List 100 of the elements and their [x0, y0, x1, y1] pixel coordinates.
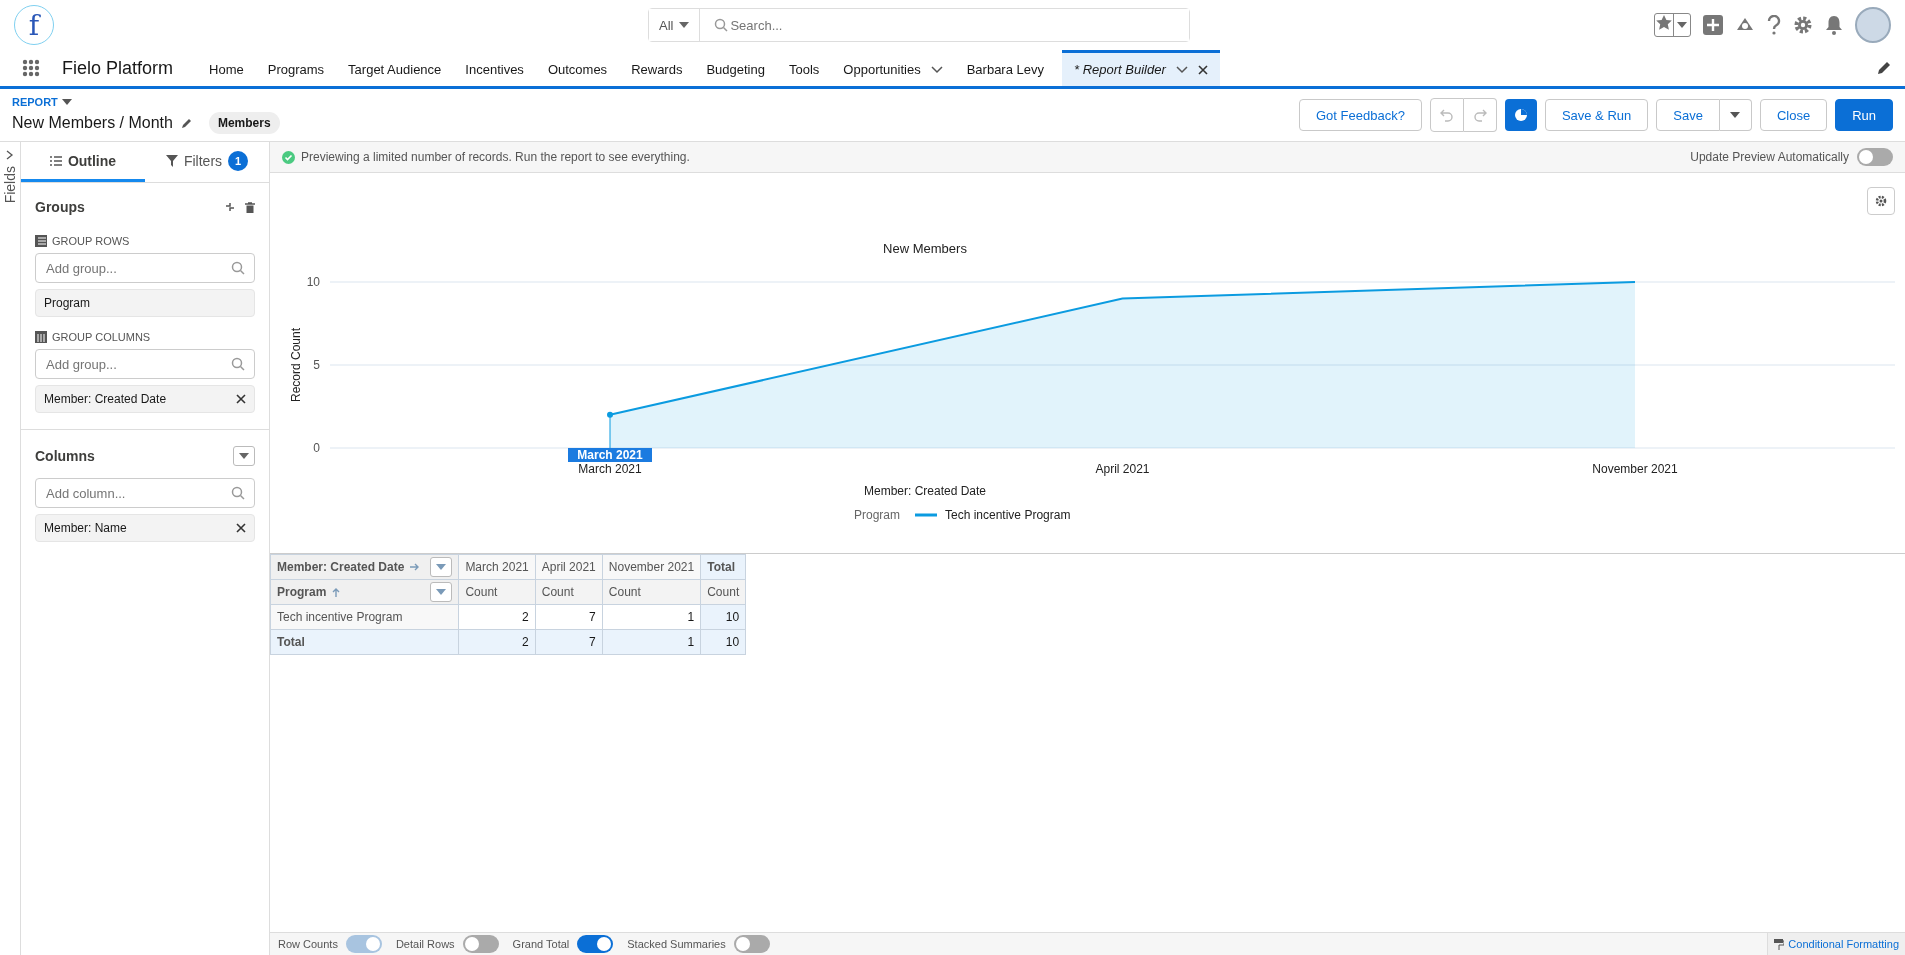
nav-item[interactable]: Budgeting: [694, 50, 777, 86]
table-columns-icon: [35, 331, 47, 343]
save-menu-button[interactable]: [1719, 99, 1752, 131]
axis-tick-label: March 2021: [578, 462, 642, 476]
app-name: Fielo Platform: [62, 56, 174, 80]
scope-dropdown[interactable]: All: [649, 9, 701, 41]
table-cell: 7: [535, 604, 603, 630]
caret-icon: [436, 589, 447, 595]
notifications-icon[interactable]: [1825, 15, 1843, 35]
preview-message: Previewing a limited number of records. Run the report to see everything.: [301, 150, 690, 164]
paint-roller-icon: [1774, 938, 1785, 950]
nav-item[interactable]: Rewards: [619, 50, 695, 86]
table-cell: 1: [602, 629, 701, 655]
avatar[interactable]: [1855, 7, 1891, 43]
toggle-switch[interactable]: [577, 935, 614, 953]
delete-icon[interactable]: [245, 201, 255, 213]
chevron-icon: [1175, 65, 1188, 74]
app-launcher-icon[interactable]: [22, 59, 40, 77]
nav-item[interactable]: Incentives: [453, 50, 536, 86]
remove-icon[interactable]: [236, 394, 246, 404]
search-icon: [231, 486, 245, 500]
sidebar-tab[interactable]: Filters 1: [145, 142, 269, 182]
expand-icon[interactable]: [6, 150, 14, 160]
count-badge: 1: [228, 150, 249, 171]
row-group-header: Program: [277, 585, 327, 599]
close-tab-icon[interactable]: [1197, 64, 1208, 75]
section-title: Columns: [35, 448, 95, 464]
column-menu-button[interactable]: [430, 582, 453, 602]
tooltip: March 2021: [568, 448, 652, 462]
legend-title: Program: [854, 508, 900, 522]
nav-item[interactable]: Home: [197, 50, 256, 86]
row-header: Tech incentive Program: [270, 604, 459, 630]
toggle-label: Detail Rows: [395, 938, 455, 950]
caret-icon: [436, 564, 447, 570]
settings-icon[interactable]: [1793, 15, 1813, 35]
workspace-tab[interactable]: * Report Builder: [1062, 50, 1220, 86]
chart-title: New Members: [883, 241, 967, 256]
axis-title: Record Count: [289, 328, 303, 402]
list-icon: [49, 155, 62, 166]
search-icon: [231, 357, 245, 371]
subsection-label: GROUP COLUMNS: [52, 331, 151, 343]
chart-toggle-button[interactable]: [1504, 99, 1537, 131]
nav-item[interactable]: Programs: [255, 50, 337, 86]
column-group-header: Member: Created Date: [277, 560, 405, 574]
column-header: March 2021: [458, 554, 536, 580]
table-cell: 2: [458, 604, 536, 630]
object-badge: Members: [208, 112, 280, 134]
axis-tick-label: November 2021: [1592, 462, 1678, 476]
search-bar[interactable]: All Search...: [648, 8, 1190, 42]
redo-icon: [1472, 108, 1487, 122]
sidebar-tab[interactable]: Outline: [21, 142, 145, 182]
column-header: Total: [700, 554, 746, 580]
column-menu-button[interactable]: [430, 557, 453, 577]
nav-item[interactable]: Tools: [777, 50, 832, 86]
field-chip[interactable]: Program: [35, 289, 255, 317]
nav-item[interactable]: Barbara Levy: [954, 50, 1056, 86]
edit-icon[interactable]: [1877, 61, 1891, 75]
toggle-switch[interactable]: [462, 935, 499, 953]
action-button[interactable]: Close: [1759, 99, 1828, 131]
caret-icon: [1677, 22, 1687, 28]
field-chip[interactable]: Member: Created Date: [35, 385, 255, 413]
add-field[interactable]: Add column...: [35, 478, 255, 508]
toggle-switch[interactable]: [733, 935, 770, 953]
filter-icon: [165, 154, 178, 167]
favorites-button[interactable]: [1654, 13, 1691, 37]
toggle-label: Update Preview Automatically: [1690, 150, 1849, 164]
nav-item[interactable]: Target Audience: [336, 50, 454, 86]
add-icon[interactable]: [1703, 15, 1723, 35]
edit-icon[interactable]: [180, 117, 193, 129]
table-rows-icon: [35, 235, 47, 247]
field-chip[interactable]: Member: Name: [35, 514, 255, 542]
star-icon: [1655, 14, 1673, 32]
search-icon: [231, 261, 245, 275]
action-button[interactable]: Got Feedback?: [1299, 99, 1422, 131]
section-title: Groups: [35, 199, 85, 215]
toggle-label: Stacked Summaries: [627, 938, 726, 950]
caret-icon: [679, 22, 690, 28]
axis-tick-label: 0: [313, 441, 320, 455]
row-header: Total: [270, 629, 459, 655]
right-arrow-icon: [410, 563, 421, 571]
fields-label[interactable]: Fields: [2, 166, 18, 204]
help-icon[interactable]: [1767, 15, 1781, 35]
measure-header: Count: [602, 579, 701, 605]
columns-menu-button[interactable]: [233, 446, 255, 466]
subsection-label: GROUP ROWS: [52, 235, 130, 247]
save-button[interactable]: Save: [1656, 99, 1720, 131]
search-icon: [714, 18, 729, 32]
nav-item[interactable]: Opportunities: [831, 50, 955, 86]
report-type-menu[interactable]: REPORT: [12, 96, 280, 108]
add-field[interactable]: Add group...: [35, 253, 255, 283]
chart-settings-button[interactable]: [1867, 187, 1895, 215]
action-button[interactable]: Run: [1835, 99, 1893, 131]
conditional-formatting-button[interactable]: Conditional Formatting: [1767, 933, 1905, 955]
hover-marker: [607, 411, 613, 451]
add-field[interactable]: Add group...: [35, 349, 255, 379]
remove-icon[interactable]: [236, 523, 246, 533]
nav-item[interactable]: Outcomes: [535, 50, 620, 86]
undo-icon: [1439, 108, 1454, 122]
action-button[interactable]: Save & Run: [1544, 99, 1649, 131]
toggle-switch[interactable]: [1857, 148, 1893, 166]
